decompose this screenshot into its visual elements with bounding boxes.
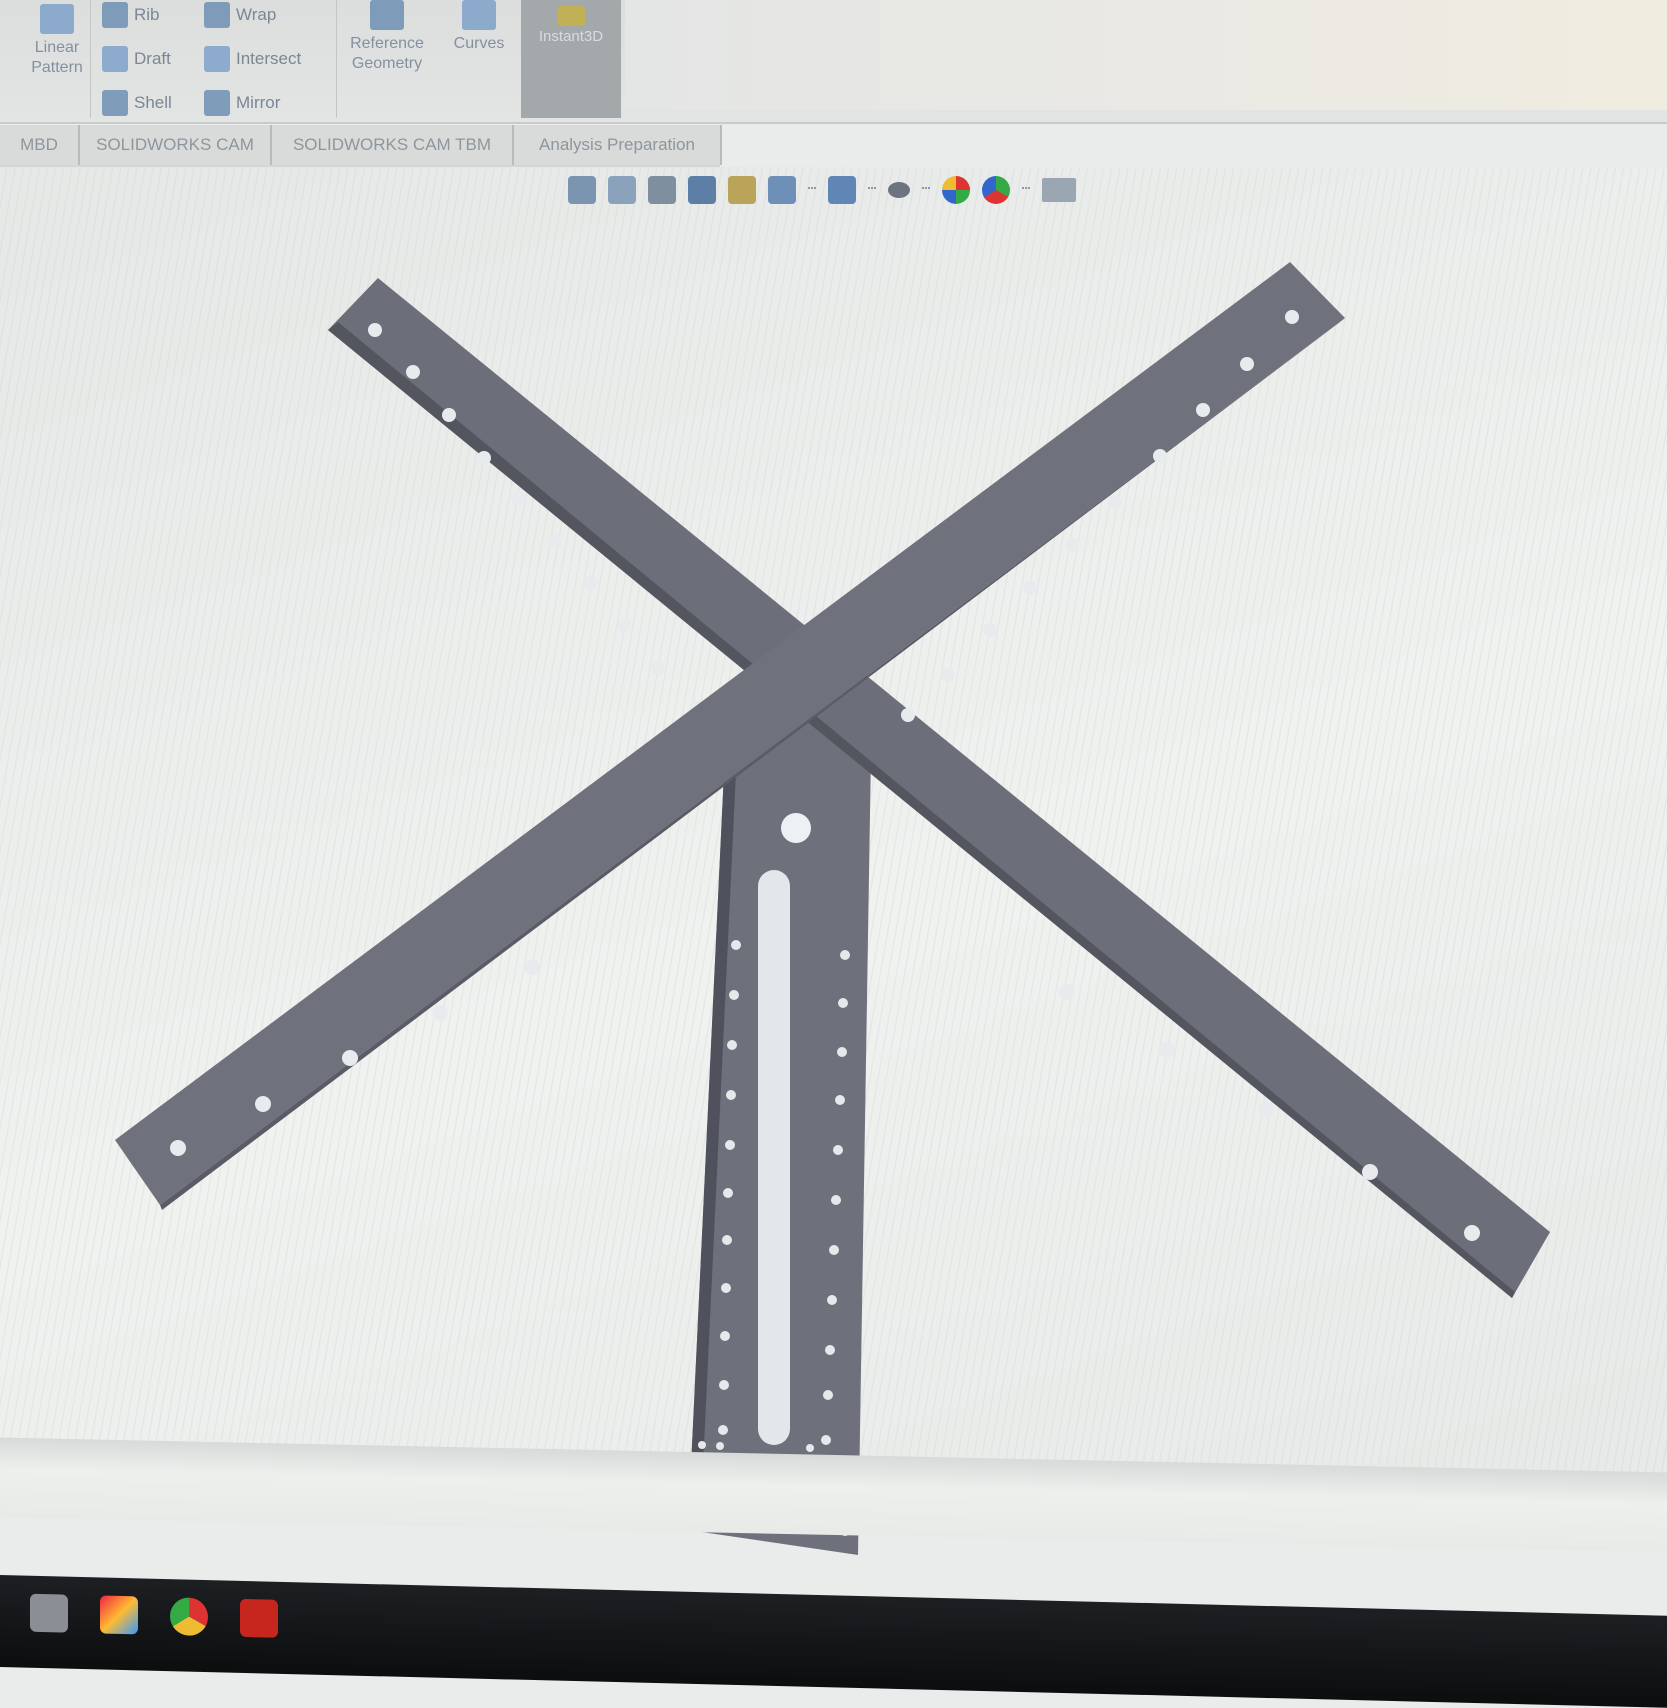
arm-tl-br-edge bbox=[328, 322, 1515, 1298]
arm-top-left-to-bottom-right[interactable] bbox=[328, 278, 1550, 1298]
file-explorer-icon[interactable] bbox=[30, 1593, 68, 1633]
solidworks-icon[interactable] bbox=[240, 1598, 278, 1638]
center-pivot-hole bbox=[781, 813, 811, 843]
center-slot bbox=[758, 870, 790, 1445]
chrome-icon[interactable] bbox=[170, 1597, 208, 1637]
part-model[interactable] bbox=[0, 0, 1667, 1667]
photos-icon[interactable] bbox=[100, 1595, 138, 1635]
